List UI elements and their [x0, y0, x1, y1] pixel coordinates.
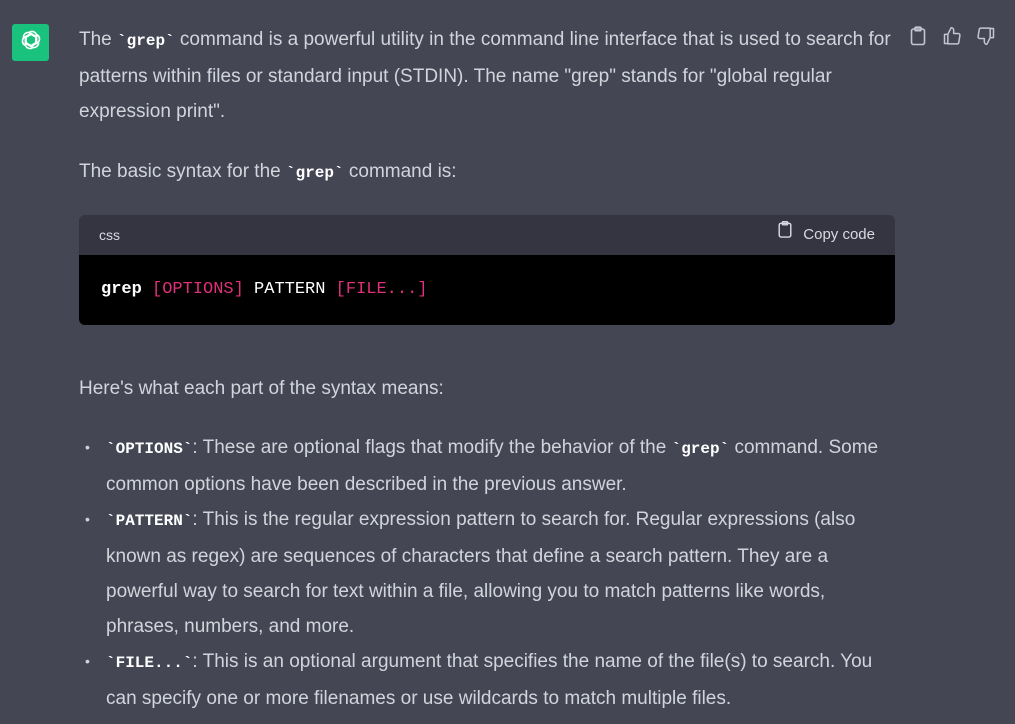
inline-code: `grep`	[286, 164, 344, 182]
list-item-options: • `OPTIONS`: These are optional flags tha…	[79, 430, 899, 502]
code-block-header: css Copy code	[79, 215, 895, 255]
copy-code-label: Copy code	[803, 226, 875, 243]
text-segment: The basic syntax for the	[79, 161, 286, 182]
thumbs-down-icon	[976, 26, 996, 51]
assistant-avatar	[12, 24, 49, 61]
thumbs-down-button[interactable]	[974, 26, 998, 50]
inline-code: `FILE...`	[106, 654, 193, 672]
copy-code-button[interactable]: Copy code	[777, 215, 875, 255]
list-item-file: • `FILE...`: This is an optional argument…	[79, 644, 899, 716]
code-token-command: grep	[101, 280, 142, 299]
syntax-explanation-heading: Here's what each part of the syntax mean…	[79, 378, 444, 399]
list-item-pattern: • `PATTERN`: This is the regular expressi…	[79, 502, 899, 644]
text-segment: : This is the regular expression pattern…	[106, 509, 856, 637]
inline-code: `PATTERN`	[106, 512, 193, 530]
text-segment: The	[79, 29, 118, 50]
text-segment: command is a powerful utility in the com…	[79, 29, 891, 122]
thumbs-up-icon	[942, 26, 962, 51]
bullet-icon: •	[85, 439, 90, 455]
thumbs-up-button[interactable]	[940, 26, 964, 50]
syntax-intro-paragraph: The basic syntax for the `grep` command …	[79, 154, 899, 191]
code-language-label: css	[99, 227, 120, 243]
openai-logo-icon	[18, 27, 44, 58]
code-block-body[interactable]: grep [OPTIONS] PATTERN [FILE...]	[79, 255, 895, 325]
message-content: The `grep` command is a powerful utility…	[79, 22, 899, 716]
inline-code: `grep`	[671, 440, 730, 458]
text-segment: : These are optional flags that modify t…	[192, 437, 672, 458]
code-token-file: [FILE...]	[335, 280, 428, 299]
clipboard-icon	[777, 215, 793, 255]
message-actions	[906, 25, 998, 51]
inline-code: `OPTIONS`	[106, 440, 193, 458]
clipboard-icon	[909, 25, 927, 51]
copy-message-button[interactable]	[906, 25, 930, 51]
inline-code: `grep`	[117, 32, 175, 50]
text-segment: : This is an optional argument that spec…	[106, 651, 873, 709]
syntax-parts-list: • `OPTIONS`: These are optional flags tha…	[79, 430, 899, 716]
code-token-options: [OPTIONS]	[152, 280, 244, 299]
bullet-icon: •	[85, 653, 90, 669]
code-block: css Copy code grep [OPTIONS] PATTERN [FI…	[79, 215, 895, 325]
intro-paragraph: The `grep` command is a powerful utility…	[79, 22, 899, 129]
chat-message: The `grep` command is a powerful utility…	[0, 0, 1015, 724]
text-segment: command is:	[343, 161, 457, 182]
bullet-icon: •	[85, 511, 90, 527]
code-token-pattern: PATTERN	[254, 280, 326, 299]
